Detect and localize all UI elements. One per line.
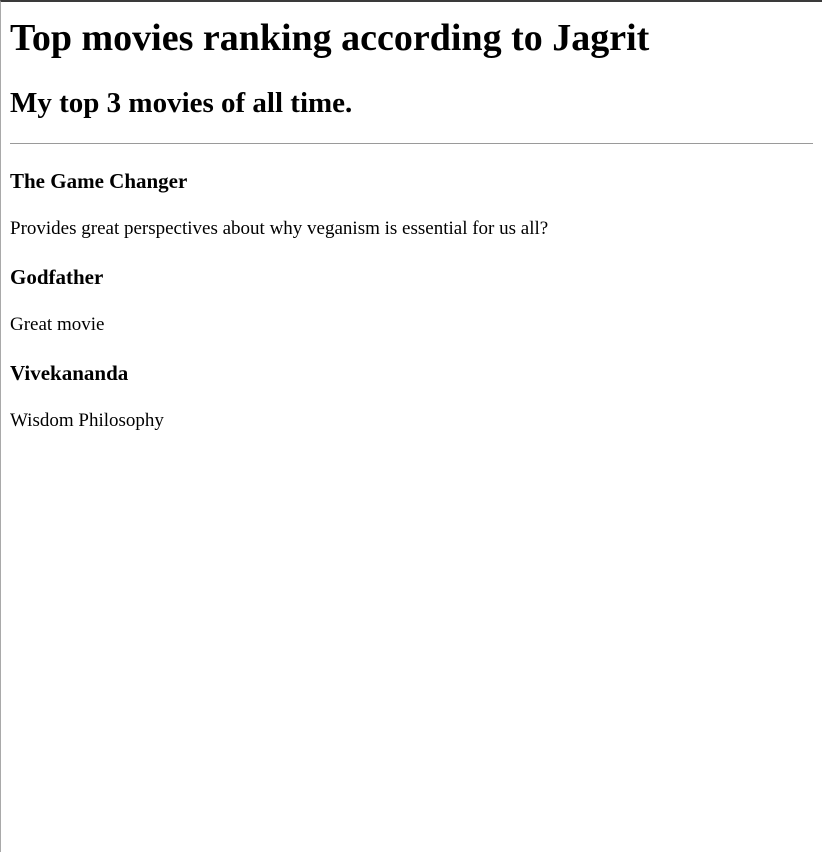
divider — [10, 143, 813, 144]
movie-item: Vivekananda Wisdom Philosophy — [10, 360, 813, 433]
movie-list: The Game Changer Provides great perspect… — [10, 168, 813, 433]
movie-description: Wisdom Philosophy — [10, 410, 164, 431]
page-subtitle: My top 3 movies of all time. — [10, 87, 353, 119]
movie-title: Godfather — [10, 265, 104, 289]
page-content: Top movies ranking according to Jagrit M… — [1, 16, 822, 433]
movie-title: Vivekananda — [10, 361, 129, 385]
movie-description: Great movie — [10, 314, 105, 335]
movie-title: The Game Changer — [10, 169, 188, 193]
movie-item: Godfather Great movie — [10, 264, 813, 337]
page-title: Top movies ranking according to Jagrit — [10, 17, 650, 59]
movie-description: Provides great perspectives about why ve… — [10, 218, 549, 239]
movie-item: The Game Changer Provides great perspect… — [10, 168, 813, 241]
